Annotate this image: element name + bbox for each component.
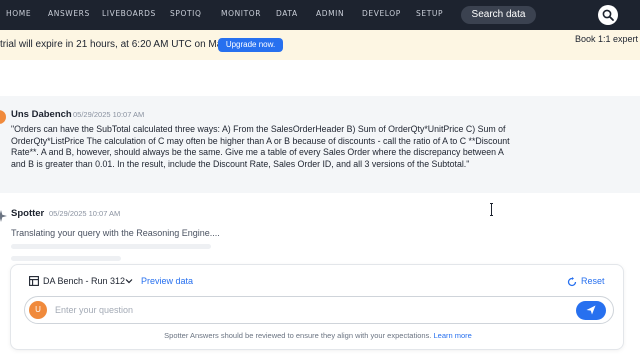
question-input[interactable] — [55, 302, 535, 318]
trial-banner: trial will expire in 21 hours, at 6:20 A… — [0, 30, 640, 60]
book-expert-link[interactable]: Book 1:1 expert — [575, 34, 638, 44]
mouse-cursor-icon — [490, 203, 493, 216]
loading-skeleton-line — [11, 244, 211, 249]
avatar — [0, 110, 6, 124]
preview-data-link[interactable]: Preview data — [141, 276, 193, 286]
learn-more-link[interactable]: Learn more — [433, 331, 471, 340]
query-panel: DA Bench - Run 312 Preview data Reset U … — [10, 264, 624, 350]
loading-skeleton-line — [11, 256, 121, 261]
spotter-message-timestamp: 05/29/2025 10:07 AM — [49, 209, 121, 218]
nav-data[interactable]: DATA — [276, 9, 298, 18]
user-message-body: "Orders can have the SubTotal calculated… — [11, 124, 510, 169]
spotter-sparkle-icon — [0, 210, 7, 222]
nav-admin[interactable]: ADMIN — [316, 9, 344, 18]
nav-spotiq[interactable]: SPOTIQ — [170, 9, 201, 18]
magnifier-icon — [602, 9, 614, 21]
disclaimer-message: Spotter Answers should be reviewed to en… — [164, 331, 432, 340]
nav-develop[interactable]: DEVELOP — [362, 9, 401, 18]
nav-home[interactable]: HOME — [6, 9, 31, 18]
chevron-down-icon[interactable] — [125, 277, 133, 285]
user-message-author: Uns Dabench — [11, 109, 72, 120]
user-message-timestamp: 05/29/2025 10:07 AM — [73, 110, 145, 119]
search-profile-icon[interactable] — [598, 5, 618, 25]
upgrade-now-button[interactable]: Upgrade now. — [218, 38, 283, 52]
reset-icon — [567, 277, 577, 287]
send-button[interactable] — [576, 301, 606, 320]
search-data-button[interactable]: Search data — [461, 6, 536, 24]
nav-liveboards[interactable]: LIVEBOARDS — [102, 9, 156, 18]
spotter-message-author: Spotter — [11, 208, 45, 219]
avatar: U — [29, 301, 47, 319]
trial-expiry-text: trial will expire in 21 hours, at 6:20 A… — [0, 39, 244, 50]
send-icon — [586, 305, 596, 315]
reset-label: Reset — [581, 276, 605, 286]
nav-setup[interactable]: SETUP — [416, 9, 443, 18]
disclaimer-text: Spotter Answers should be reviewed to en… — [11, 331, 625, 340]
top-navigation-bar: HOME ANSWERS LIVEBOARDS SPOTIQ MONITOR D… — [0, 0, 640, 30]
nav-monitor[interactable]: MONITOR — [221, 9, 261, 18]
table-icon — [29, 276, 39, 286]
dataset-selector[interactable]: DA Bench - Run 312 — [43, 276, 125, 286]
question-box: U — [24, 296, 614, 324]
nav-answers[interactable]: ANSWERS — [48, 9, 90, 18]
reasoning-status-text: Translating your query with the Reasonin… — [11, 228, 220, 238]
